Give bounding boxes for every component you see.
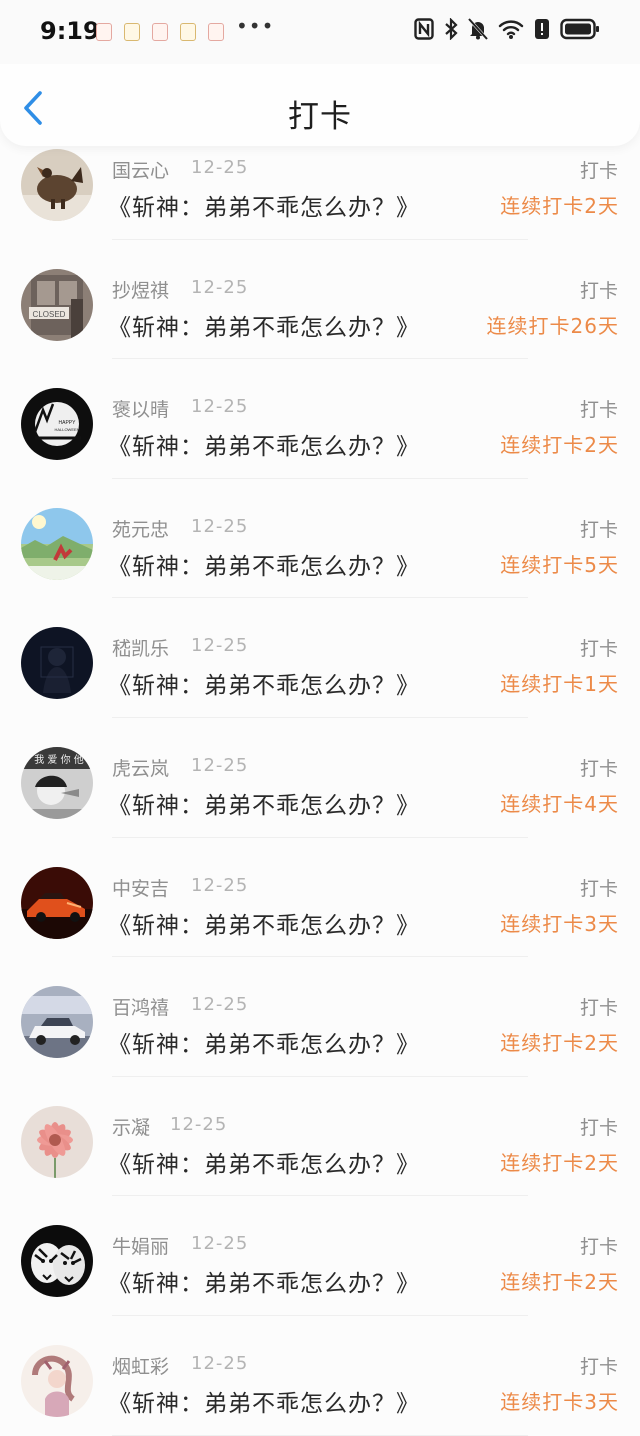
checkin-row[interactable]: 示凝 12-25 《斩神：弟弟不乖怎么办？》 打卡连续打卡2天 (0, 1076, 640, 1197)
checkin-action-label: 打卡 (579, 1236, 618, 1259)
checkin-date: 12-25 (191, 754, 249, 776)
streak-badge: 连续打卡2天 (500, 194, 619, 218)
user-name[interactable]: 抄煜祺 (112, 276, 169, 303)
checkin-action-label: 打卡 (579, 160, 618, 182)
closed-door-avatar[interactable]: CLOSED (21, 268, 93, 341)
svg-text:HALLOWEEN: HALLOWEEN (54, 427, 79, 432)
nfc-icon (414, 18, 434, 40)
bluetooth-icon (444, 18, 458, 40)
book-title[interactable]: 《斩神：弟弟不乖怎么办？》 (108, 666, 420, 700)
checkin-row[interactable]: 中安吉 12-25 《斩神：弟弟不乖怎么办？》 打卡连续打卡3天 (0, 837, 640, 958)
checkin-row[interactable]: 我 爱 你 他 虎云岚 12-25 《斩神：弟弟不乖怎么办？》 打卡连续打卡4天 (0, 717, 640, 838)
book-title[interactable]: 《斩神：弟弟不乖怎么办？》 (108, 786, 420, 820)
user-name[interactable]: 烟虹彩 (112, 1352, 169, 1379)
checkin-date: 12-25 (191, 1233, 249, 1255)
illustration-avatar[interactable] (21, 1344, 93, 1417)
book-title[interactable]: 《斩神：弟弟不乖怎么办？》 (108, 308, 420, 342)
checkin-date: 12-25 (191, 635, 249, 657)
landscape-avatar[interactable] (21, 507, 93, 580)
tiger-avatar[interactable] (21, 1225, 93, 1298)
battery-icon (560, 18, 600, 40)
checkin-row[interactable]: HAPPY HALLOWEEN 褒以晴 12-25 《斩神：弟弟不乖怎么办？》 打卡连续打… (0, 359, 640, 479)
book-title[interactable]: 《斩神：弟弟不乖怎么办？》 (108, 547, 420, 581)
app-notification-icon (124, 23, 140, 41)
streak-badge: 连续打卡2天 (500, 1031, 619, 1056)
checkin-action-label: 打卡 (579, 638, 618, 661)
dark-figure-avatar[interactable] (21, 627, 93, 700)
checkin-date: 12-25 (191, 515, 249, 537)
app-notification-icon (152, 23, 168, 41)
user-name[interactable]: 嵇凯乐 (112, 634, 169, 661)
checkin-action-label: 打卡 (579, 399, 618, 422)
app-notification-icon (208, 23, 224, 41)
user-name[interactable]: 百鸿禧 (112, 993, 169, 1020)
app-notification-icon (180, 23, 196, 41)
user-name[interactable]: 示凝 (112, 1113, 150, 1140)
sports-car-avatar[interactable] (21, 866, 93, 939)
checkin-action-label: 打卡 (579, 757, 618, 780)
checkin-row[interactable]: 嵇凯乐 12-25 《斩神：弟弟不乖怎么办？》 打卡连续打卡1天 (0, 598, 640, 718)
halloween-avatar[interactable]: HAPPY HALLOWEEN (21, 388, 93, 461)
status-time: 9:19 (40, 17, 100, 45)
more-notifications-icon: ••• (236, 14, 275, 38)
checkin-date: 12-25 (191, 396, 249, 418)
checkin-action-label: 打卡 (579, 1355, 618, 1378)
checkin-date: 12-25 (191, 1352, 249, 1374)
checkin-row[interactable]: CLOSED 抄煜祺 12-25 《斩神：弟弟不乖怎么办？》 打卡连续打卡26天 (0, 239, 640, 360)
rooster-avatar[interactable] (21, 149, 93, 221)
book-title[interactable]: 《斩神：弟弟不乖怎么办？》 (108, 427, 420, 461)
notification-icons (96, 23, 236, 41)
checkin-row[interactable]: 苑元忠 12-25 《斩神：弟弟不乖怎么办？》 打卡连续打卡5天 (0, 478, 640, 599)
streak-badge: 连续打卡1天 (500, 672, 619, 697)
bell-muted-icon (468, 18, 488, 40)
checkin-action-label: 打卡 (579, 877, 618, 900)
book-title[interactable]: 《斩神：弟弟不乖怎么办？》 (108, 906, 420, 940)
checkin-date: 12-25 (170, 1113, 228, 1135)
streak-badge: 连续打卡5天 (500, 552, 619, 577)
checkin-date: 12-25 (191, 276, 249, 298)
suv-avatar[interactable] (21, 986, 93, 1059)
checkin-row[interactable]: 烟虹彩 12-25 《斩神：弟弟不乖怎么办？》 打卡连续打卡3天 (0, 1315, 640, 1436)
checkin-list[interactable]: 国云心 12-25 《斩神：弟弟不乖怎么办？》 打卡 连续打卡2天 CLOSED 抄煜祺 12… (0, 120, 640, 1436)
book-title[interactable]: 《斩神：弟弟不乖怎么办？》 (108, 1145, 420, 1179)
user-name[interactable]: 褒以晴 (112, 395, 169, 422)
user-name[interactable]: 中安吉 (112, 874, 169, 901)
streak-badge: 连续打卡3天 (500, 911, 619, 936)
svg-text:我 爱 你 他: 我 爱 你 他 (34, 753, 84, 766)
svg-text:CLOSED: CLOSED (33, 310, 66, 319)
flower-avatar[interactable] (21, 1105, 93, 1178)
checkin-action-label: 打卡 (579, 997, 618, 1020)
wifi-icon (498, 18, 524, 40)
book-title[interactable]: 《斩神：弟弟不乖怎么办？》 (108, 1384, 420, 1418)
streak-badge: 连续打卡3天 (500, 1389, 619, 1414)
checkin-date: 12-25 (191, 157, 249, 178)
user-name[interactable]: 苑元忠 (112, 515, 169, 542)
checkin-row[interactable]: 百鸿禧 12-25 《斩神：弟弟不乖怎么办？》 打卡连续打卡2天 (0, 957, 640, 1077)
app-notification-icon (96, 23, 112, 41)
svg-text:HAPPY: HAPPY (59, 420, 77, 426)
user-name[interactable]: 牛娟丽 (112, 1232, 169, 1259)
streak-badge: 连续打卡2天 (500, 1150, 619, 1175)
checkin-action-label: 打卡 (579, 1116, 618, 1139)
streak-badge: 连续打卡26天 (486, 313, 619, 338)
checkin-row[interactable]: 牛娟丽 12-25 《斩神：弟弟不乖怎么办？》 打卡连续打卡2天 (0, 1196, 640, 1316)
book-title[interactable]: 《斩神：弟弟不乖怎么办？》 (108, 1264, 420, 1298)
status-bar: 9:19 ••• (0, 0, 640, 64)
system-icons (404, 18, 600, 40)
checkin-date: 12-25 (191, 994, 249, 1016)
alert-icon (534, 18, 550, 40)
portrait-avatar[interactable]: 我 爱 你 他 (21, 746, 93, 819)
checkin-action-label: 打卡 (579, 518, 618, 541)
streak-badge: 连续打卡2天 (500, 1270, 619, 1295)
user-name[interactable]: 虎云岚 (112, 754, 169, 781)
app-header: 打卡 (0, 64, 640, 146)
page-title: 打卡 (288, 99, 352, 135)
streak-badge: 连续打卡4天 (500, 791, 619, 816)
book-title[interactable]: 《斩神：弟弟不乖怎么办？》 (108, 188, 420, 222)
user-name[interactable]: 国云心 (112, 156, 169, 183)
book-title[interactable]: 《斩神：弟弟不乖怎么办？》 (108, 1025, 420, 1059)
checkin-action-label: 打卡 (579, 279, 618, 302)
checkin-date: 12-25 (191, 874, 249, 896)
streak-badge: 连续打卡2天 (500, 433, 619, 458)
